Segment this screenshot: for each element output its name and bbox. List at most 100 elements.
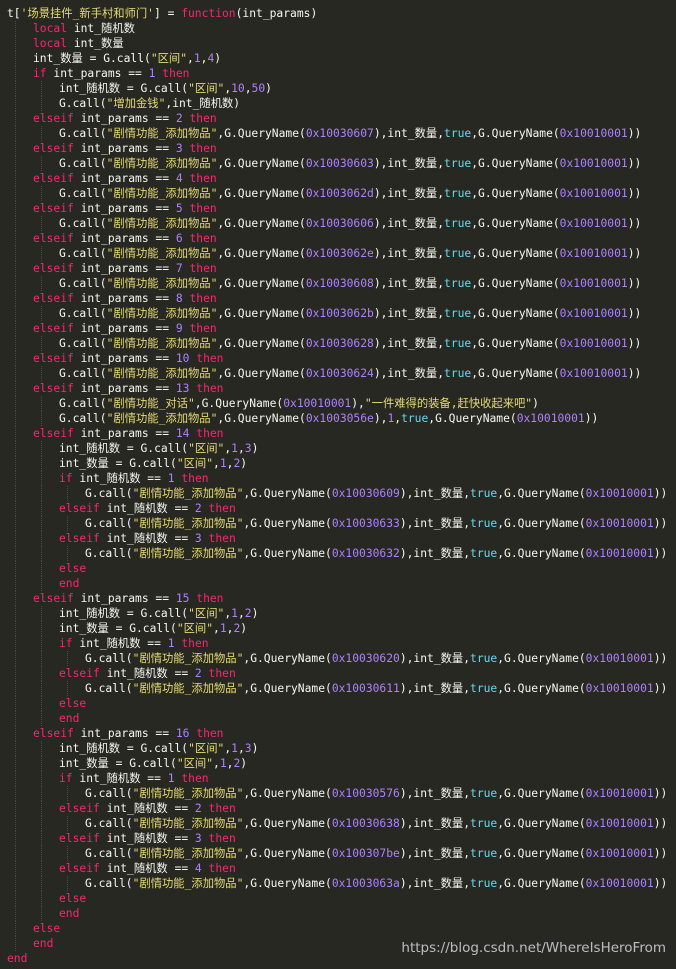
- code-token: int_params ==: [73, 232, 176, 245]
- code-token: 1: [167, 772, 175, 785]
- code-token: elseif: [59, 802, 100, 815]
- code-line[interactable]: G.call("剧情功能_添加物品",G.QueryName(0x1003062…: [0, 186, 641, 201]
- code-line[interactable]: G.call("剧情功能_添加物品",G.QueryName(0x1003060…: [0, 216, 641, 231]
- code-line[interactable]: G.call("剧情功能_添加物品",G.QueryName(0x1003063…: [0, 816, 667, 831]
- code-token: '场景挂件_新手村和师门': [20, 7, 154, 20]
- code-line[interactable]: elseif int_随机数 == 2 then: [0, 666, 236, 681]
- code-line[interactable]: G.call("剧情功能_添加物品",G.QueryName(0x1003060…: [0, 126, 641, 141]
- indent-guide: [41, 276, 42, 291]
- code-line[interactable]: elseif int_params == 3 then: [0, 141, 217, 156]
- code-line[interactable]: G.call("剧情功能_添加物品",G.QueryName(0x1003057…: [0, 786, 667, 801]
- code-token: )): [627, 217, 642, 230]
- code-line[interactable]: G.call("剧情功能_添加物品",G.QueryName(0x1003061…: [0, 681, 667, 696]
- code-line[interactable]: G.call("剧情功能_添加物品",G.QueryName(0x1003063…: [0, 546, 667, 561]
- code-line[interactable]: elseif int_params == 2 then: [0, 111, 217, 126]
- code-line[interactable]: G.call("剧情功能_添加物品",G.QueryName(0x1003063…: [0, 876, 667, 891]
- code-token: then: [189, 112, 217, 125]
- code-token: 1: [219, 457, 227, 470]
- code-token: "区间": [176, 457, 214, 470]
- code-line[interactable]: else: [0, 921, 60, 936]
- indent-guide: [41, 156, 42, 171]
- code-token: ,G.QueryName(: [194, 397, 284, 410]
- code-line[interactable]: elseif int_params == 10 then: [0, 351, 223, 366]
- code-token: then: [189, 292, 217, 305]
- code-line[interactable]: elseif int_随机数 == 3 then: [0, 531, 236, 546]
- indent-guide: [41, 786, 42, 801]
- code-line[interactable]: local int_随机数: [0, 21, 135, 36]
- code-line[interactable]: elseif int_params == 15 then: [0, 591, 223, 606]
- code-line[interactable]: elseif int_params == 13 then: [0, 381, 223, 396]
- code-line[interactable]: G.call("剧情功能_添加物品",G.QueryName(0x1003062…: [0, 651, 667, 666]
- code-line[interactable]: elseif int_随机数 == 2 then: [0, 501, 236, 516]
- code-line[interactable]: end: [0, 906, 79, 921]
- code-line[interactable]: else: [0, 891, 86, 906]
- code-line[interactable]: G.call("剧情功能_添加物品",G.QueryName(0x1003062…: [0, 246, 641, 261]
- code-line[interactable]: end: [0, 951, 27, 966]
- code-line[interactable]: if int_随机数 == 1 then: [0, 771, 209, 786]
- code-line[interactable]: G.call("剧情功能_添加物品",G.QueryName(0x1003060…: [0, 486, 667, 501]
- code-line[interactable]: int_数量 = G.call("区间",1,2): [0, 456, 247, 471]
- indent-guide: [15, 216, 16, 231]
- code-line[interactable]: else: [0, 561, 86, 576]
- code-line[interactable]: local int_数量: [0, 36, 124, 51]
- code-line[interactable]: G.call("剧情功能_添加物品",G.QueryName(0x1003062…: [0, 306, 641, 321]
- code-token: then: [181, 637, 209, 650]
- indent-guide: [41, 441, 42, 456]
- code-line[interactable]: elseif int_随机数 == 3 then: [0, 831, 236, 846]
- code-token: int_随机数: [67, 22, 135, 35]
- code-token: 0x1003062e: [305, 247, 374, 260]
- code-line[interactable]: G.call("剧情功能_添加物品",G.QueryName(0x1003056…: [0, 411, 598, 426]
- code-line[interactable]: elseif int_params == 14 then: [0, 426, 223, 441]
- code-line[interactable]: int_随机数 = G.call("区间",1,2): [0, 606, 258, 621]
- code-token: ,G.QueryName(: [471, 187, 560, 200]
- code-token: elseif: [59, 667, 100, 680]
- code-line[interactable]: t['场景挂件_新手村和师门'] = function(int_params): [0, 6, 317, 21]
- code-line[interactable]: end: [0, 936, 53, 951]
- code-line[interactable]: int_数量 = G.call("区间",1,2): [0, 621, 247, 636]
- code-token: ,G.QueryName(: [243, 682, 332, 695]
- code-line[interactable]: G.call("剧情功能_添加物品",G.QueryName(0x1003062…: [0, 336, 641, 351]
- indent-guide: [15, 636, 16, 651]
- code-line[interactable]: if int_params == 1 then: [0, 66, 189, 81]
- code-line[interactable]: int_数量 = G.call("区间",1,4): [0, 51, 221, 66]
- code-line[interactable]: elseif int_params == 16 then: [0, 726, 223, 741]
- code-token: 0x10010001: [585, 847, 654, 860]
- code-line[interactable]: G.call("剧情功能_对话",G.QueryName(0x10010001)…: [0, 396, 539, 411]
- code-line[interactable]: G.call("剧情功能_添加物品",G.QueryName(0x1003060…: [0, 276, 641, 291]
- code-line[interactable]: int_数量 = G.call("区间",1,2): [0, 756, 247, 771]
- code-line[interactable]: int_随机数 = G.call("区间",1,3): [0, 741, 258, 756]
- code-line[interactable]: elseif int_params == 8 then: [0, 291, 217, 306]
- code-line[interactable]: G.call("剧情功能_添加物品",G.QueryName(0x1003062…: [0, 366, 641, 381]
- indent-guide: [15, 696, 16, 711]
- code-token: ),: [351, 397, 365, 410]
- code-line[interactable]: elseif int_params == 7 then: [0, 261, 217, 276]
- code-line[interactable]: end: [0, 711, 79, 726]
- code-token: "剧情功能_添加物品": [106, 412, 218, 425]
- code-line[interactable]: else: [0, 696, 86, 711]
- code-token: 0x10030633: [331, 517, 400, 530]
- code-line[interactable]: elseif int_随机数 == 4 then: [0, 861, 236, 876]
- code-token: 0x10030606: [305, 217, 374, 230]
- indent-guide: [41, 651, 42, 666]
- code-line[interactable]: G.call("剧情功能_添加物品",G.QueryName(0x1003060…: [0, 156, 641, 171]
- code-line[interactable]: elseif int_params == 4 then: [0, 171, 217, 186]
- code-line[interactable]: elseif int_params == 5 then: [0, 201, 217, 216]
- code-token: 0x100307be: [331, 847, 400, 860]
- code-line[interactable]: G.call("剧情功能_添加物品",G.QueryName(0x1003063…: [0, 516, 667, 531]
- code-line[interactable]: int_随机数 = G.call("区间",1,3): [0, 441, 258, 456]
- code-line[interactable]: G.call("剧情功能_添加物品",G.QueryName(0x100307b…: [0, 846, 667, 861]
- code-line[interactable]: if int_随机数 == 1 then: [0, 636, 209, 651]
- code-line[interactable]: end: [0, 576, 79, 591]
- indent-guide: [15, 861, 16, 876]
- code-token: int_params ==: [46, 67, 149, 80]
- code-line[interactable]: elseif int_params == 6 then: [0, 231, 217, 246]
- code-line[interactable]: elseif int_params == 9 then: [0, 321, 217, 336]
- indent-guide: [67, 846, 68, 861]
- code-token: elseif: [33, 232, 74, 245]
- code-line[interactable]: elseif int_随机数 == 2 then: [0, 801, 236, 816]
- code-token: ),int_数量,: [399, 847, 471, 860]
- code-editor[interactable]: t['场景挂件_新手村和师门'] = function(int_params) l…: [0, 0, 676, 969]
- code-line[interactable]: G.call("增加金钱",int_随机数): [0, 96, 240, 111]
- code-token: ),int_数量,: [373, 277, 445, 290]
- code-line[interactable]: if int_随机数 == 1 then: [0, 471, 209, 486]
